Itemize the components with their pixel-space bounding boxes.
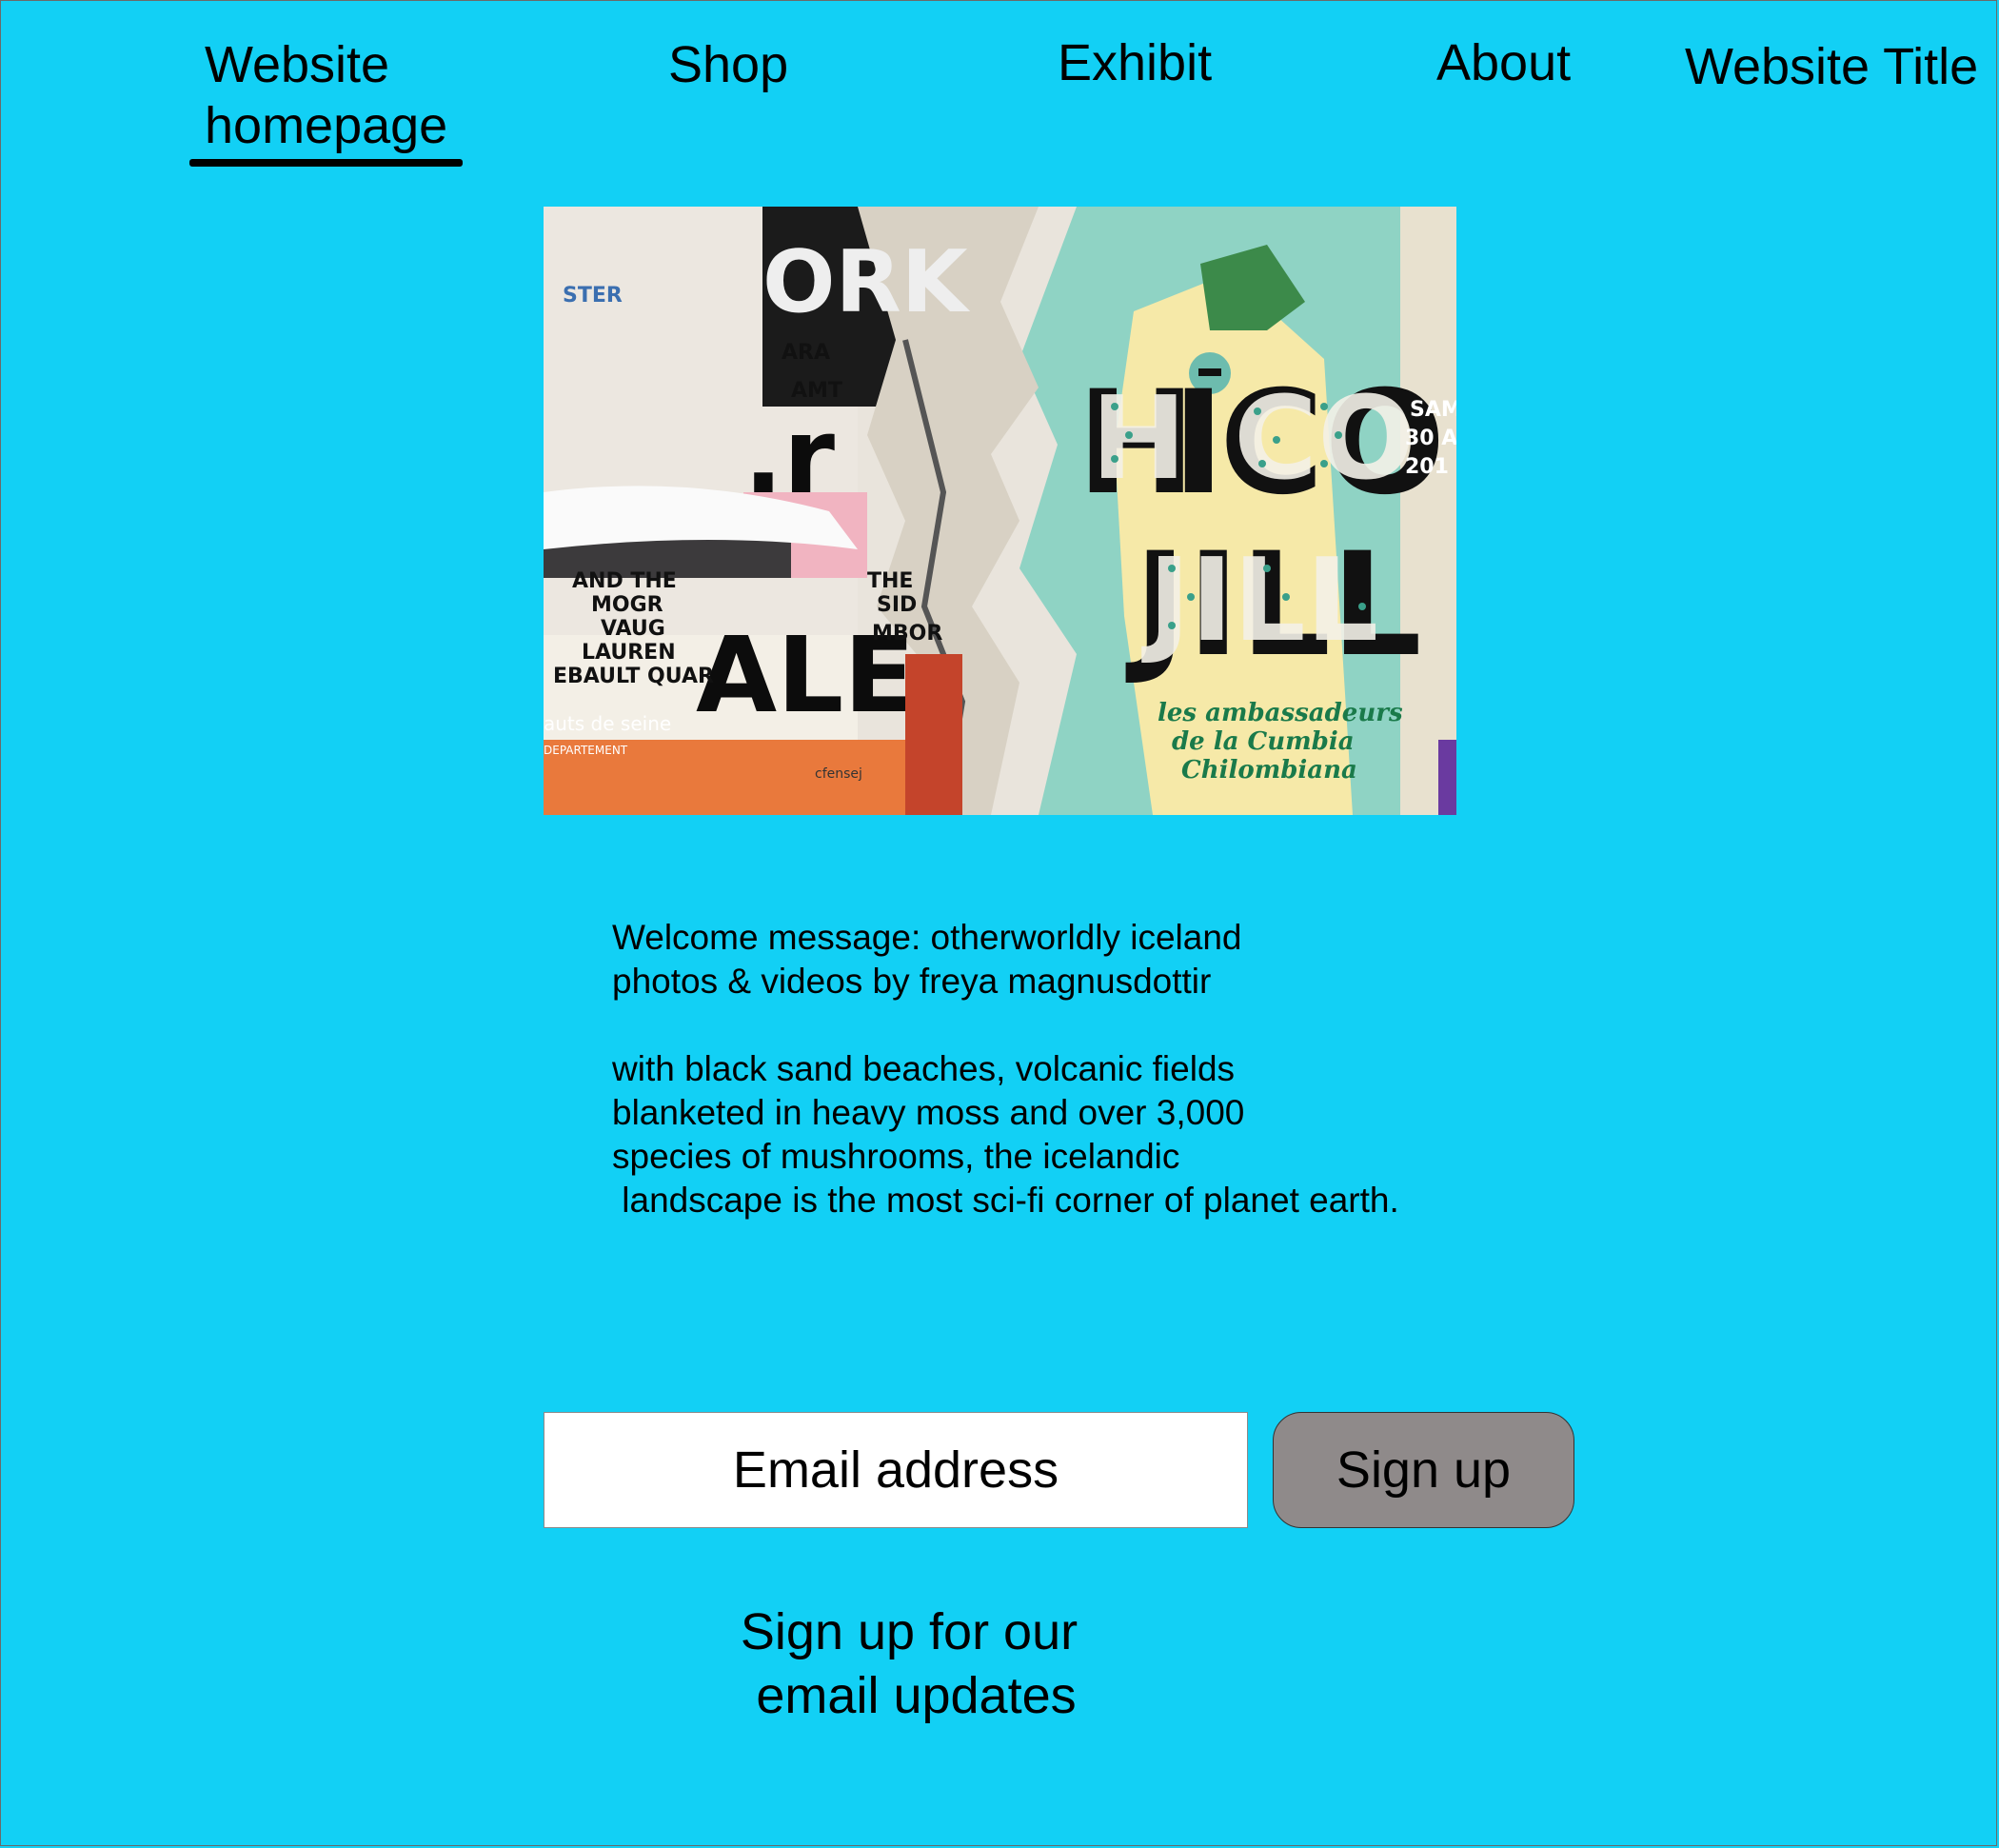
svg-text:.r: .r xyxy=(743,395,835,517)
welcome-line: blanketed in heavy moss and over 3,000 xyxy=(612,1093,1245,1132)
welcome-line: photos & videos by freya magnusdottir xyxy=(612,962,1212,1001)
svg-text:Chilombiana: Chilombiana xyxy=(1181,756,1357,785)
svg-text:STER: STER xyxy=(563,284,623,308)
svg-text:MOGR: MOGR xyxy=(591,593,663,617)
svg-text:SAM: SAM xyxy=(1410,398,1456,422)
svg-text:THE: THE xyxy=(867,569,913,593)
welcome-line: with black sand beaches, volcanic fields xyxy=(612,1049,1236,1088)
svg-text:201: 201 xyxy=(1405,455,1449,479)
welcome-message: Welcome message: otherworldly iceland ph… xyxy=(612,916,1507,1222)
hero-image: H I CO JILL ALE ORK .r H CO JILL STER AN… xyxy=(544,207,1456,815)
svg-text:EBAULT QUAR: EBAULT QUAR xyxy=(553,665,714,688)
svg-text:AMT: AMT xyxy=(791,379,842,403)
svg-text:de la Cumbia: de la Cumbia xyxy=(1172,727,1355,756)
nav-item-shop[interactable]: Shop xyxy=(668,34,788,95)
svg-text:ARA: ARA xyxy=(782,341,830,365)
nav-item-exhibit[interactable]: Exhibit xyxy=(1058,32,1212,93)
svg-text:CO: CO xyxy=(1234,373,1415,506)
svg-text:LAUREN: LAUREN xyxy=(582,641,676,665)
signup-caption: Sign up for our email updates xyxy=(704,1600,1114,1728)
welcome-line: species of mushrooms, the icelandic xyxy=(612,1137,1180,1176)
svg-text:JILL: JILL xyxy=(1141,535,1378,667)
svg-text:AND THE: AND THE xyxy=(572,569,677,593)
active-nav-underline xyxy=(189,159,463,167)
svg-text:cfensej: cfensej xyxy=(815,766,862,782)
svg-text:H: H xyxy=(1091,373,1186,506)
svg-text:MBOR: MBOR xyxy=(872,622,942,646)
svg-text:DEPARTEMENT: DEPARTEMENT xyxy=(544,744,628,757)
svg-text:SID: SID xyxy=(877,593,917,617)
svg-text:les ambassadeurs: les ambassadeurs xyxy=(1158,699,1403,727)
nav-item-about[interactable]: About xyxy=(1436,32,1571,93)
nav-item-home[interactable]: Website homepage xyxy=(205,34,490,156)
welcome-line: landscape is the most sci-fi corner of p… xyxy=(612,1181,1399,1220)
site-title: Website Title xyxy=(1685,38,1979,95)
svg-text:ORK: ORK xyxy=(762,232,971,332)
sign-up-button[interactable]: Sign up xyxy=(1273,1412,1574,1528)
email-field[interactable] xyxy=(544,1412,1248,1528)
signup-caption-line: email updates xyxy=(742,1667,1077,1724)
svg-text:VAUG: VAUG xyxy=(601,617,665,641)
signup-caption-line: Sign up for our xyxy=(740,1603,1079,1660)
svg-text:30 A: 30 A xyxy=(1405,427,1456,450)
welcome-line: Welcome message: otherworldly iceland xyxy=(612,918,1242,957)
svg-text:auts de seine: auts de seine xyxy=(544,712,671,735)
